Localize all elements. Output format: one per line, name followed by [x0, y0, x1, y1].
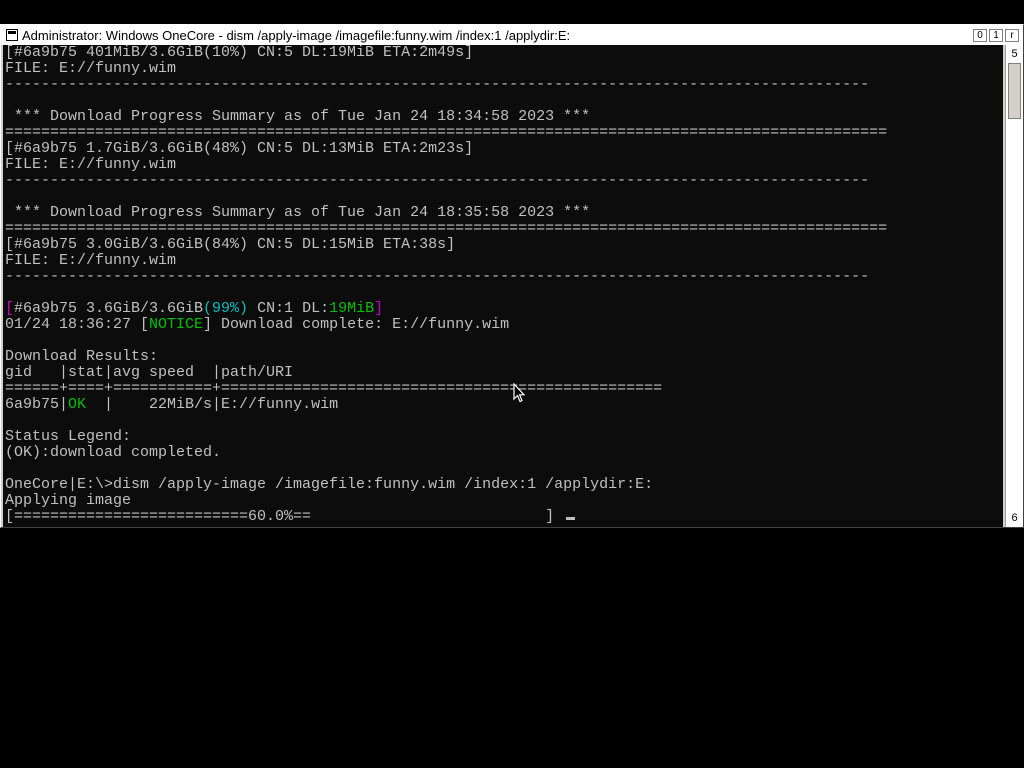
text-cursor — [566, 517, 576, 520]
console-line: Download Results: — [5, 349, 887, 365]
console-text-segment: Status Legend: — [5, 428, 132, 445]
console-text-segment: *** Download Progress Summary as of Tue … — [5, 204, 591, 221]
window-controls: 0 1 r — [973, 28, 1019, 42]
console-text-segment: NOTICE — [149, 316, 204, 333]
console-text-segment: ========================================… — [5, 220, 888, 237]
console-text-segment: [#6a9b75 1.7GiB/3.6GiB(48%) CN:5 DL:13Mi… — [5, 140, 474, 157]
console-text-segment: [==========================60.0%== ] — [5, 508, 555, 525]
console-text-segment: (99%) — [203, 300, 249, 317]
console-text-segment: FILE: E://funny.wim — [5, 60, 177, 77]
console-icon[interactable] — [6, 29, 18, 41]
window-title: Administrator: Windows OneCore - dism /a… — [22, 27, 571, 43]
console-line: 6a9b75|OK | 22MiB/s|E://funny.wim — [5, 397, 887, 413]
console-line: FILE: E://funny.wim — [5, 157, 887, 173]
console-text-segment: ======+====+===========+================… — [5, 380, 663, 397]
console-line: 01/24 18:36:27 [NOTICE] Download complet… — [5, 317, 887, 333]
console-text-segment: CN:1 DL: — [248, 300, 330, 317]
scroll-down-button[interactable]: 6 — [1007, 510, 1022, 526]
console-text-segment: ========================================… — [5, 124, 888, 141]
console-text-segment: gid |stat|avg speed |path/URI — [5, 364, 294, 381]
console-line: OneCore|E:\>dism /apply-image /imagefile… — [5, 477, 887, 493]
console-line: Status Legend: — [5, 429, 887, 445]
console-text-segment: ] Download complete: E://funny.wim — [203, 316, 510, 333]
console-text-segment: OK — [68, 396, 87, 413]
console-line: ----------------------------------------… — [5, 269, 887, 285]
console-line: ========================================… — [5, 125, 887, 141]
console-output[interactable]: [#6a9b75 401MiB/3.6GiB(10%) CN:5 DL:19Mi… — [3, 45, 1003, 527]
scroll-thumb[interactable] — [1008, 63, 1021, 119]
console-text-segment: 6a9b75| — [5, 396, 69, 413]
console-line: [==========================60.0%== ] — [5, 509, 887, 525]
minimize-button[interactable]: 0 — [973, 28, 987, 42]
console-text-segment: Download Results: — [5, 348, 159, 365]
console-text-segment: (OK):download completed. — [5, 444, 222, 461]
console-window[interactable]: Administrator: Windows OneCore - dism /a… — [0, 24, 1024, 528]
title-bar[interactable]: Administrator: Windows OneCore - dism /a… — [1, 25, 1023, 45]
console-text-segment: *** Download Progress Summary as of Tue … — [5, 108, 591, 125]
console-text-segment: [#6a9b75 3.0GiB/3.6GiB(84%) CN:5 DL:15Mi… — [5, 236, 456, 253]
console-text-segment: [#6a9b75 401MiB/3.6GiB(10%) CN:5 DL:19Mi… — [5, 45, 474, 61]
console-line: (OK):download completed. — [5, 445, 887, 461]
vertical-scrollbar[interactable]: 5 6 — [1005, 45, 1023, 527]
console-text-segment: FILE: E://funny.wim — [5, 156, 177, 173]
console-line: [#6a9b75 3.0GiB/3.6GiB(84%) CN:5 DL:15Mi… — [5, 237, 887, 253]
console-text-segment: 19MiB — [329, 300, 375, 317]
scroll-up-button[interactable]: 5 — [1007, 46, 1022, 62]
console-line: *** Download Progress Summary as of Tue … — [5, 205, 887, 221]
mouse-pointer-icon — [513, 383, 525, 403]
console-line: Applying image — [5, 493, 887, 509]
console-text-segment: | 22MiB/s|E://funny.wim — [86, 396, 339, 413]
console-text-segment: ----------------------------------------… — [5, 76, 870, 93]
console-line: ======+====+===========+================… — [5, 381, 887, 397]
console-line: ----------------------------------------… — [5, 173, 887, 189]
desktop: Administrator: Windows OneCore - dism /a… — [0, 0, 1024, 768]
maximize-button[interactable]: 1 — [989, 28, 1003, 42]
console-line: FILE: E://funny.wim — [5, 61, 887, 77]
console-text-segment: [ — [5, 300, 15, 317]
console-text-segment: 01/24 18:36:27 [ — [5, 316, 150, 333]
console-line: gid |stat|avg speed |path/URI — [5, 365, 887, 381]
console-line: ========================================… — [5, 221, 887, 237]
console-line: *** Download Progress Summary as of Tue … — [5, 109, 887, 125]
console-text-segment: #6a9b75 3.6GiB/3.6GiB — [14, 300, 204, 317]
console-line: [#6a9b75 401MiB/3.6GiB(10%) CN:5 DL:19Mi… — [5, 45, 887, 61]
close-button[interactable]: r — [1005, 28, 1019, 42]
console-line: [#6a9b75 3.6GiB/3.6GiB(99%) CN:1 DL:19Mi… — [5, 301, 887, 317]
console-text-segment: Applying image — [5, 492, 132, 509]
console-text-segment: ] — [374, 300, 384, 317]
console-text: [#6a9b75 401MiB/3.6GiB(10%) CN:5 DL:19Mi… — [5, 45, 887, 525]
console-text-segment: ----------------------------------------… — [5, 268, 870, 285]
console-line: FILE: E://funny.wim — [5, 253, 887, 269]
console-text-segment: FILE: E://funny.wim — [5, 252, 177, 269]
console-text-segment: OneCore|E:\>dism /apply-image /imagefile… — [5, 476, 654, 493]
console-text-segment: ----------------------------------------… — [5, 172, 870, 189]
console-line: ----------------------------------------… — [5, 77, 887, 93]
console-line: [#6a9b75 1.7GiB/3.6GiB(48%) CN:5 DL:13Mi… — [5, 141, 887, 157]
